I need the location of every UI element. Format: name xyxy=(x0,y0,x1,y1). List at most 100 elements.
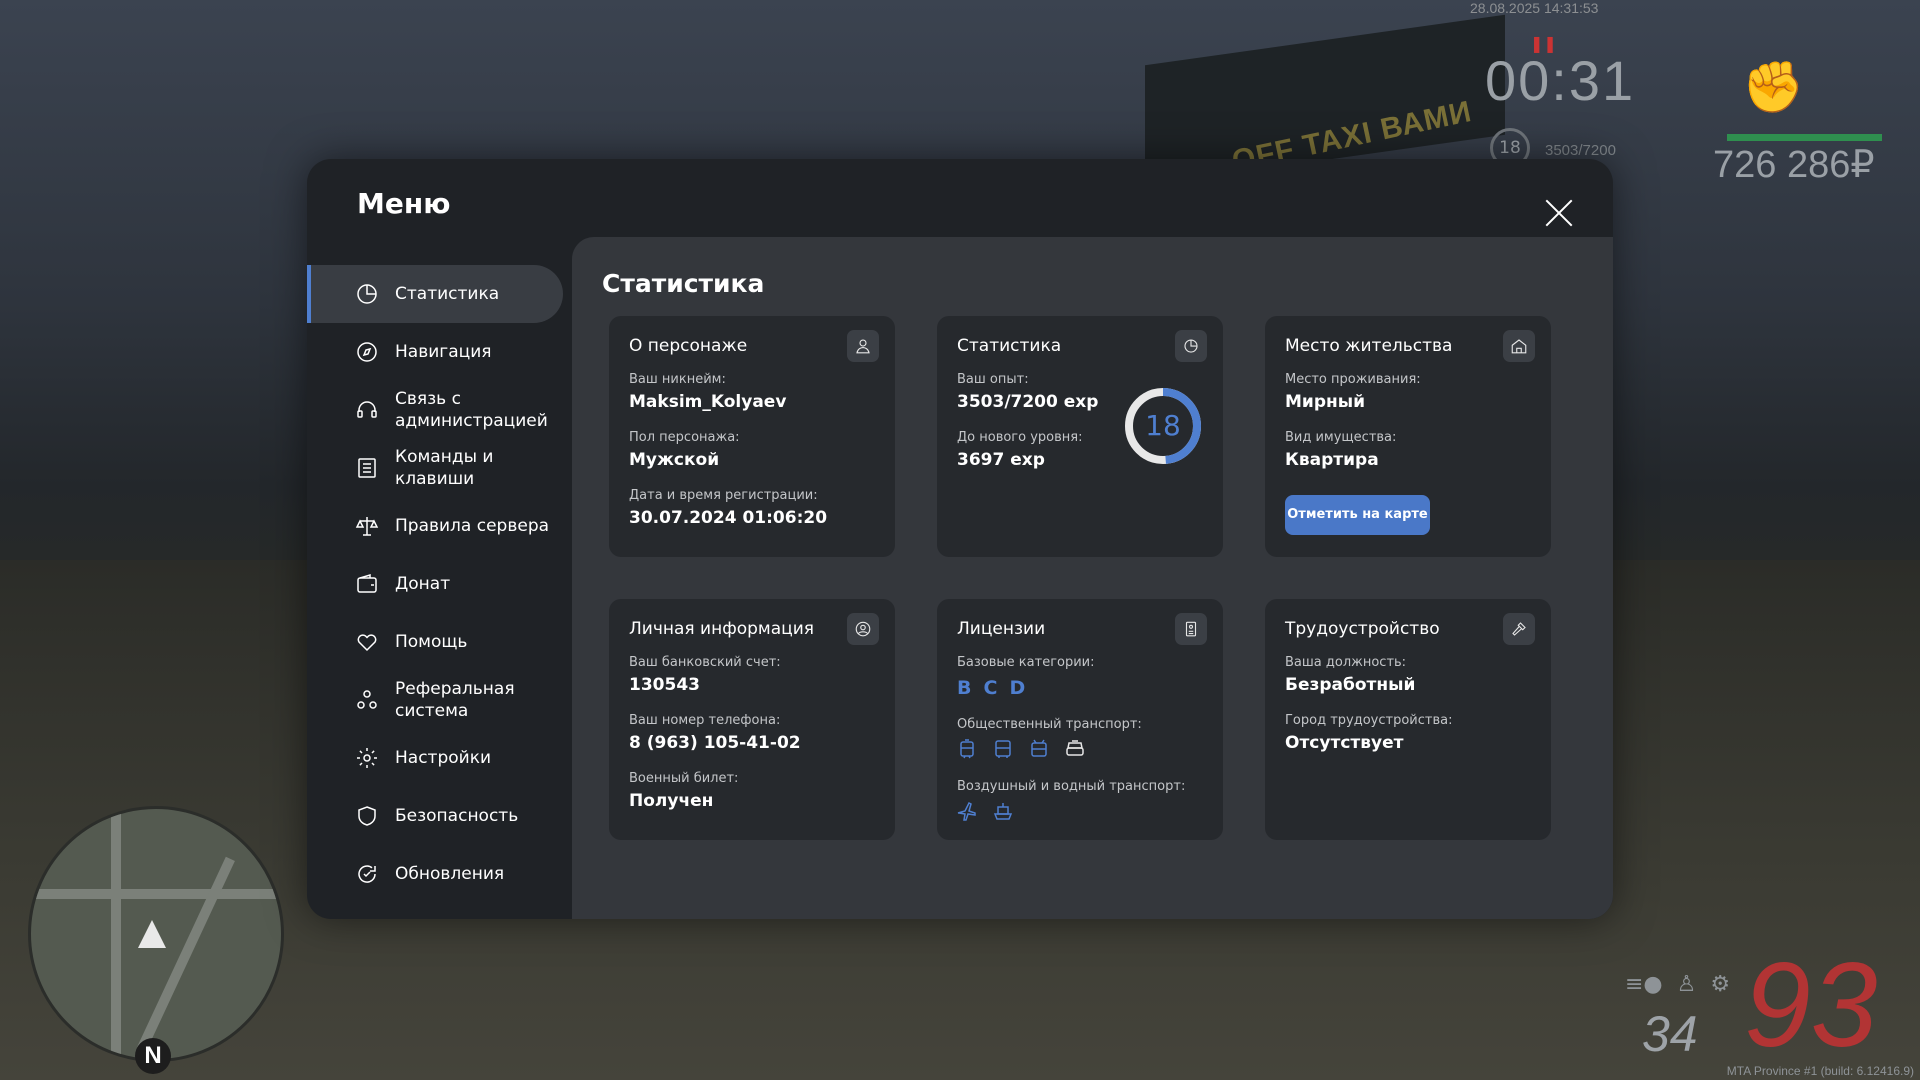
hud-timer: 00:31 xyxy=(1485,49,1636,112)
people-icon xyxy=(355,688,379,712)
bank-value: 130543 xyxy=(629,675,700,695)
gender-value: Мужской xyxy=(629,450,720,470)
wallet-icon xyxy=(355,572,379,596)
card-licenses: Лицензии Базовые категории: B C D Общест… xyxy=(937,599,1223,840)
military-label: Военный билет: xyxy=(629,771,739,786)
chart-pie-icon xyxy=(1175,330,1207,362)
compass-icon xyxy=(355,340,379,364)
sidebar-item-label: Безопасность xyxy=(395,806,519,826)
vehicle-status-icons: ≡● ♙ ⚙ xyxy=(1625,972,1730,997)
sidebar-item-admin-contact[interactable]: Связь с администрацией xyxy=(307,381,563,439)
close-button[interactable] xyxy=(1543,197,1575,229)
headset-icon xyxy=(355,398,379,422)
card-title: Статистика xyxy=(957,336,1062,356)
sidebar-item-rules[interactable]: Правила сервера xyxy=(307,497,563,555)
category-b: B xyxy=(957,677,972,699)
category-list: B C D xyxy=(957,677,1025,699)
engine-icon: ⚙ xyxy=(1710,972,1731,997)
place-value: Мирный xyxy=(1285,392,1366,412)
sidebar-item-statistics[interactable]: Статистика xyxy=(307,265,563,323)
hud-fuel: 34 xyxy=(1642,1006,1698,1062)
property-type-label: Вид имущества: xyxy=(1285,430,1397,445)
sidebar-item-navigation[interactable]: Навигация xyxy=(307,323,563,381)
sidebar-item-updates[interactable]: Обновления xyxy=(307,845,563,903)
military-value: Получен xyxy=(629,791,714,811)
phone-label: Ваш номер телефона: xyxy=(629,713,781,728)
hud-speed: 93 xyxy=(1744,938,1878,1072)
content-panel: Статистика О персонаже Ваш никнейм: Maks… xyxy=(572,237,1613,919)
card-stats: Статистика Ваш опыт: 3503/7200 exp До но… xyxy=(937,316,1223,557)
sidebar-item-label: Обновления xyxy=(395,864,505,884)
exp-value: 3503/7200 exp xyxy=(957,392,1099,412)
taxi-icon xyxy=(1063,737,1087,765)
position-value: Безработный xyxy=(1285,675,1416,695)
card-character: О персонаже Ваш никнейм: Maksim_Kolyaev … xyxy=(609,316,895,557)
air-water-transport-icons xyxy=(955,799,1015,827)
player-marker xyxy=(138,920,166,948)
gear-icon xyxy=(355,746,379,770)
category-c: C xyxy=(983,677,998,699)
bus-icon xyxy=(991,737,1015,765)
boat-icon xyxy=(991,799,1015,827)
base-categories-label: Базовые категории: xyxy=(957,655,1095,670)
hammer-icon xyxy=(1503,613,1535,645)
menu-modal: Меню Статистика Навигация Связь с админи… xyxy=(307,159,1613,919)
card-title: О персонаже xyxy=(629,336,748,356)
sidebar-item-label: Донат xyxy=(395,574,451,594)
sidebar-item-security[interactable]: Безопасность xyxy=(307,787,563,845)
sidebar-item-label: Связь с администрацией xyxy=(395,389,548,431)
tram-icon xyxy=(955,737,979,765)
card-title: Трудоустройство xyxy=(1285,619,1440,639)
public-transport-label: Общественный транспорт: xyxy=(957,717,1142,732)
plane-icon xyxy=(955,799,979,827)
card-employment: Трудоустройство Ваша должность: Безработ… xyxy=(1265,599,1551,840)
reg-value: 30.07.2024 01:06:20 xyxy=(629,508,828,528)
phone-value: 8 (963) 105-41-02 xyxy=(629,733,801,753)
list-icon xyxy=(355,456,379,480)
sidebar-item-help[interactable]: Помощь xyxy=(307,613,563,671)
air-water-transport-label: Воздушный и водный транспорт: xyxy=(957,779,1186,794)
user-icon xyxy=(847,330,879,362)
sidebar-item-referral[interactable]: Реферальная система xyxy=(307,671,563,729)
refresh-icon xyxy=(355,862,379,886)
card-title: Лицензии xyxy=(957,619,1046,639)
hud-money: 726 286₽ xyxy=(1713,144,1875,186)
card-title: Личная информация xyxy=(629,619,815,639)
chart-pie-icon xyxy=(355,282,379,306)
sidebar-item-donate[interactable]: Донат xyxy=(307,555,563,613)
home-icon xyxy=(1503,330,1535,362)
bank-label: Ваш банковский счет: xyxy=(629,655,781,670)
exp-label: Ваш опыт: xyxy=(957,372,1029,387)
menu-title: Меню xyxy=(357,187,451,220)
reg-label: Дата и время регистрации: xyxy=(629,488,818,503)
license-icon xyxy=(1175,613,1207,645)
sidebar-item-label: Навигация xyxy=(395,342,492,362)
heart-hand-icon xyxy=(355,630,379,654)
card-title: Место жительства xyxy=(1285,336,1453,356)
sidebar-item-label: Помощь xyxy=(395,632,468,652)
user-circle-icon xyxy=(847,613,879,645)
sidebar-item-label: Команды и клавиши xyxy=(395,447,494,489)
trolleybus-icon xyxy=(1027,737,1051,765)
next-level-value: 3697 exp xyxy=(957,450,1045,470)
nick-value: Maksim_Kolyaev xyxy=(629,392,787,412)
job-city-value: Отсутствует xyxy=(1285,733,1404,753)
card-residence: Место жительства Место проживания: Мирны… xyxy=(1265,316,1551,557)
place-label: Место проживания: xyxy=(1285,372,1421,387)
public-transport-icons xyxy=(955,737,1087,765)
hud-exp: 3503/7200 xyxy=(1545,142,1616,159)
card-personal: Личная информация Ваш банковский счет: 1… xyxy=(609,599,895,840)
mark-on-map-button[interactable]: Отметить на карте xyxy=(1285,495,1430,535)
sidebar-item-commands[interactable]: Команды и клавиши xyxy=(307,439,563,497)
fist-icon: ✊ xyxy=(1742,58,1805,116)
gender-label: Пол персонажа: xyxy=(629,430,740,445)
content-title: Статистика xyxy=(602,269,765,298)
job-city-label: Город трудоустройства: xyxy=(1285,713,1453,728)
property-type-value: Квартира xyxy=(1285,450,1379,470)
nick-label: Ваш никнейм: xyxy=(629,372,726,387)
build-info: MTA Province #1 (build: 6.12416.9) xyxy=(1726,1064,1914,1078)
sidebar-item-label: Статистика xyxy=(395,284,500,304)
sidebar-item-label: Настройки xyxy=(395,748,492,768)
shield-icon xyxy=(355,804,379,828)
sidebar-item-settings[interactable]: Настройки xyxy=(307,729,563,787)
